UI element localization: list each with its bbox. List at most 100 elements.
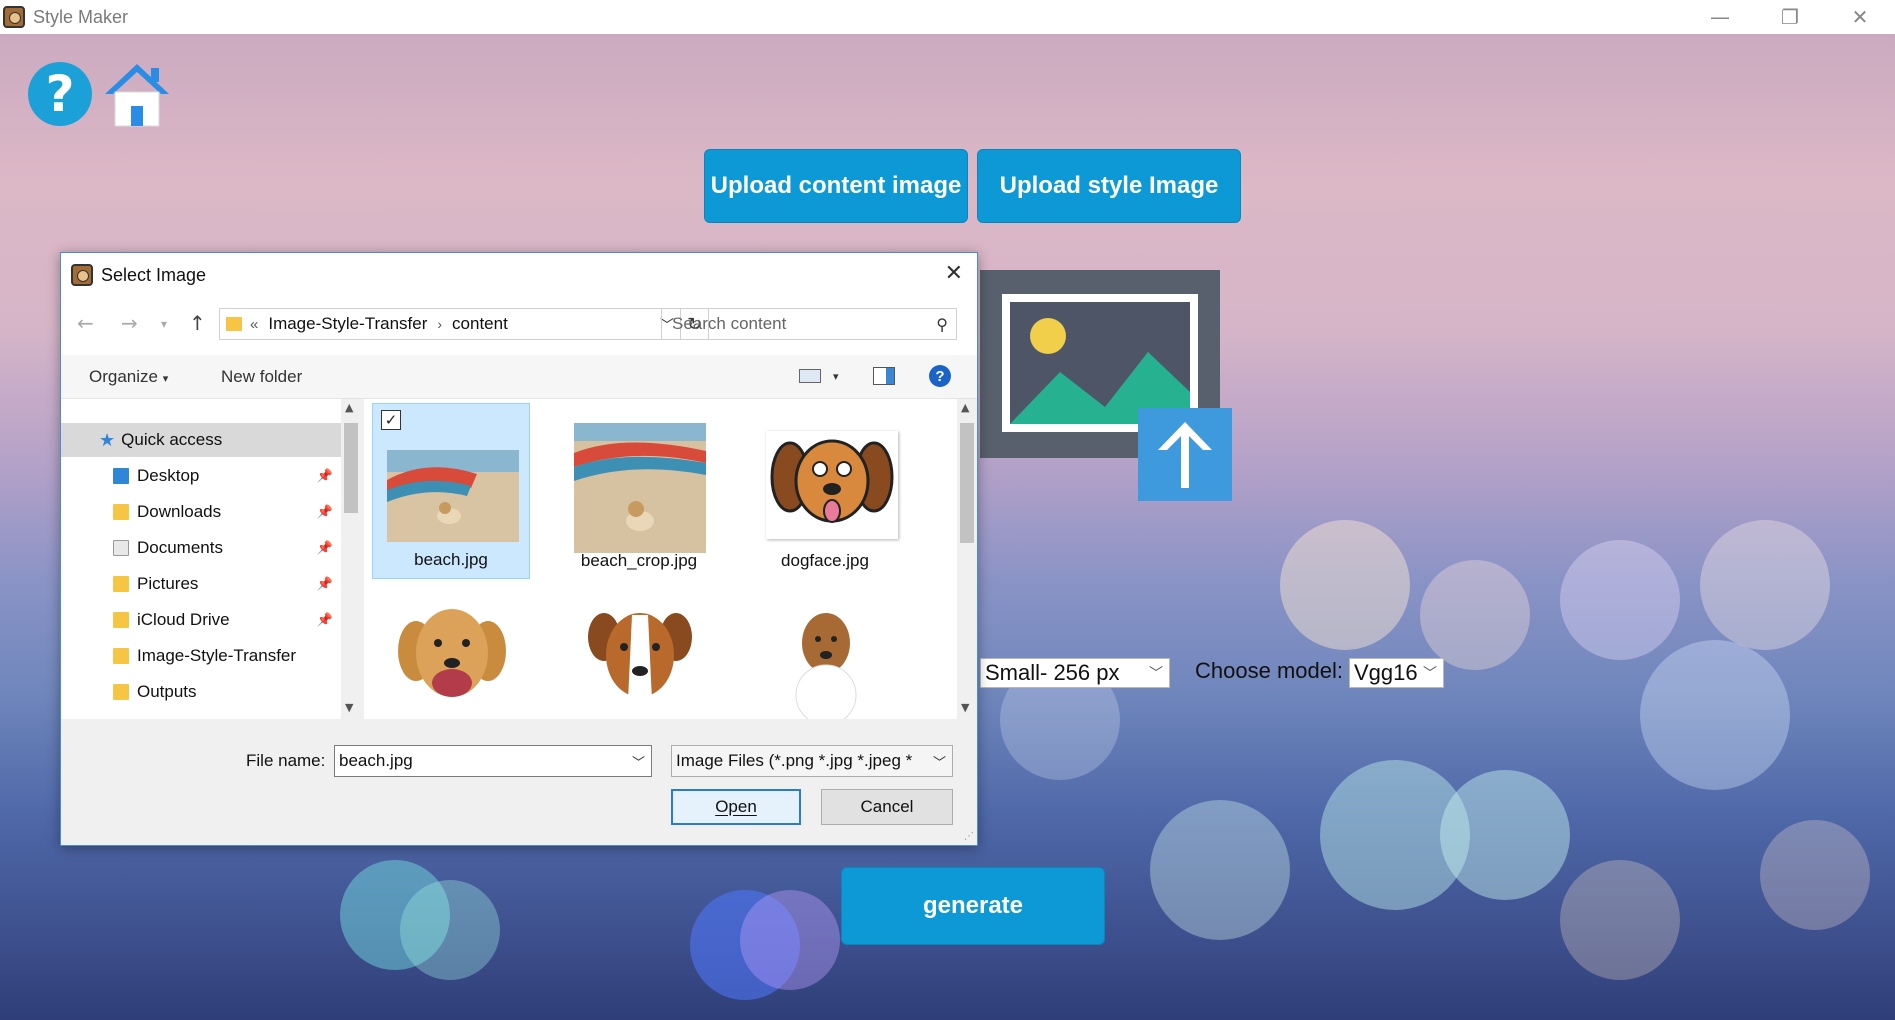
model-select-value: Vgg16 xyxy=(1354,660,1418,685)
organize-menu[interactable]: Organize ▾ xyxy=(89,367,168,387)
close-icon[interactable]: ✕ xyxy=(945,261,963,286)
file-list-scrollbar[interactable]: ▲ ▼ xyxy=(957,399,977,719)
upload-arrow-icon[interactable] xyxy=(1138,408,1232,501)
folder-icon xyxy=(113,612,129,628)
file-item-dog-1[interactable] xyxy=(372,587,530,719)
nav-item-label: iCloud Drive xyxy=(137,610,230,629)
scroll-thumb[interactable] xyxy=(344,423,358,513)
pin-icon[interactable]: 📌 xyxy=(317,541,333,556)
file-item-beach-crop[interactable]: beach_crop.jpg xyxy=(560,403,718,579)
nav-item-label: Image-Style-Transfer xyxy=(137,646,297,665)
help-icon[interactable]: ? xyxy=(929,365,951,387)
nav-item-pictures[interactable]: Pictures 📌 xyxy=(61,567,341,601)
size-select[interactable]: Small- 256 px ﹀ xyxy=(980,658,1170,688)
file-name: beach_crop.jpg xyxy=(580,551,698,570)
close-icon[interactable]: ✕ xyxy=(1825,0,1895,34)
desktop-folder-icon xyxy=(113,468,129,484)
file-type-value: Image Files (*.png *.jpg *.jpeg * xyxy=(676,751,913,770)
chevron-down-icon: ﹀ xyxy=(1423,666,1437,682)
search-icon: ⚲ xyxy=(936,315,948,334)
file-item-dog-2[interactable] xyxy=(560,587,718,719)
cancel-button[interactable]: Cancel xyxy=(821,789,953,825)
star-icon: ★ xyxy=(99,429,116,451)
breadcrumb-segment[interactable]: Image-Style-Transfer xyxy=(268,314,427,334)
window-titlebar: Style Maker — ❐ ✕ xyxy=(0,0,1895,34)
dialog-titlebar: Select Image ✕ xyxy=(61,253,977,297)
help-icon[interactable]: ? xyxy=(28,62,92,126)
nav-item-icloud-drive[interactable]: iCloud Drive 📌 xyxy=(61,603,341,637)
back-arrow-icon[interactable]: ← xyxy=(77,311,94,335)
breadcrumb-chevron-icon: › xyxy=(437,316,443,332)
nav-item-documents[interactable]: Documents 📌 xyxy=(61,531,341,565)
pin-icon[interactable]: 📌 xyxy=(317,469,333,484)
recent-chevron-icon[interactable]: ▾ xyxy=(161,317,167,331)
forward-arrow-icon[interactable]: → xyxy=(121,311,138,335)
app-icon xyxy=(71,264,93,286)
pin-icon[interactable]: 📌 xyxy=(317,613,333,628)
nav-item-desktop[interactable]: Desktop 📌 xyxy=(61,459,341,493)
file-item-dogface[interactable]: dogface.jpg xyxy=(746,403,904,579)
file-name-label: File name: xyxy=(246,751,326,770)
nav-item-quick-access[interactable]: ★ Quick access xyxy=(61,423,341,457)
folder-icon xyxy=(113,684,129,700)
model-select[interactable]: Vgg16 ﹀ xyxy=(1349,658,1444,688)
file-item-beach[interactable]: ✓ beach.jpg xyxy=(372,403,530,579)
restore-icon[interactable]: ❐ xyxy=(1755,0,1825,34)
address-prefix: « xyxy=(250,315,259,333)
nav-item-image-style-transfer[interactable]: Image-Style-Transfer xyxy=(61,639,341,673)
resize-grip-icon[interactable]: ⋰ xyxy=(964,831,974,842)
downloads-folder-icon xyxy=(113,504,129,520)
file-name-input[interactable]: beach.jpg ﹀ xyxy=(334,745,652,777)
nav-item-label: Quick access xyxy=(121,430,223,449)
up-arrow-icon[interactable]: ↑ xyxy=(189,311,206,335)
landscape-image-icon xyxy=(1010,302,1190,424)
pin-icon[interactable]: 📌 xyxy=(317,505,333,520)
nav-item-label: Downloads xyxy=(137,502,222,521)
minimize-icon[interactable]: — xyxy=(1685,0,1755,34)
breadcrumb-segment[interactable]: content xyxy=(452,314,508,334)
select-image-dialog: Select Image ✕ ← → ▾ ↑ « Image-Style-Tra… xyxy=(60,252,978,846)
file-list: ✓ beach.jpg beach_crop.jpg dogface.jpg xyxy=(364,399,959,719)
search-input[interactable]: Search content xyxy=(672,314,786,334)
open-button[interactable]: Open xyxy=(671,789,801,825)
home-icon[interactable] xyxy=(103,60,171,128)
chevron-down-icon[interactable]: ▾ xyxy=(833,370,839,383)
search-box[interactable]: Search content ⚲ xyxy=(661,308,957,340)
checkbox-icon[interactable]: ✓ xyxy=(381,410,401,430)
chevron-down-icon: ﹀ xyxy=(1149,666,1163,682)
address-bar[interactable]: « Image-Style-Transfer › content ﹀ ↻ xyxy=(219,308,709,340)
nav-item-downloads[interactable]: Downloads 📌 xyxy=(61,495,341,529)
scroll-down-icon[interactable]: ▼ xyxy=(345,701,353,714)
file-type-select[interactable]: Image Files (*.png *.jpg *.jpeg * ﹀ xyxy=(671,745,953,777)
window-controls: — ❐ ✕ xyxy=(1685,0,1895,34)
folder-icon xyxy=(113,648,129,664)
scroll-up-icon[interactable]: ▲ xyxy=(345,401,353,414)
nav-item-outputs[interactable]: Outputs xyxy=(61,675,341,709)
nav-item-label: Desktop xyxy=(137,466,200,485)
new-folder-button[interactable]: New folder xyxy=(221,367,302,387)
view-options-icon[interactable] xyxy=(799,369,821,383)
upload-content-button[interactable]: Upload content image xyxy=(704,149,968,223)
open-button-label: Open xyxy=(715,797,757,816)
scroll-thumb[interactable] xyxy=(960,423,974,543)
dialog-bottom-bar: File name: beach.jpg ﹀ Image Files (*.pn… xyxy=(61,719,977,845)
nav-item-label: Outputs xyxy=(137,682,197,701)
preview-pane-icon[interactable] xyxy=(873,367,895,385)
dog-thumbnail xyxy=(386,591,518,719)
documents-folder-icon xyxy=(113,540,129,556)
upload-style-button[interactable]: Upload style Image xyxy=(977,149,1241,223)
nav-pane-scrollbar[interactable]: ▲ ▼ xyxy=(341,399,361,719)
generate-button[interactable]: generate xyxy=(841,867,1105,945)
scroll-up-icon[interactable]: ▲ xyxy=(961,401,969,414)
app-icon xyxy=(3,6,25,28)
chevron-down-icon[interactable]: ﹀ xyxy=(632,752,645,771)
size-select-value: Small- 256 px xyxy=(985,660,1120,685)
pictures-folder-icon xyxy=(113,576,129,592)
window-title: Style Maker xyxy=(33,6,129,27)
scroll-down-icon[interactable]: ▼ xyxy=(961,701,969,714)
chevron-down-icon[interactable]: ﹀ xyxy=(933,752,946,771)
pin-icon[interactable]: 📌 xyxy=(317,577,333,592)
file-item-dog-3[interactable] xyxy=(746,587,904,719)
folder-icon xyxy=(226,317,242,331)
file-name-value: beach.jpg xyxy=(339,751,413,770)
